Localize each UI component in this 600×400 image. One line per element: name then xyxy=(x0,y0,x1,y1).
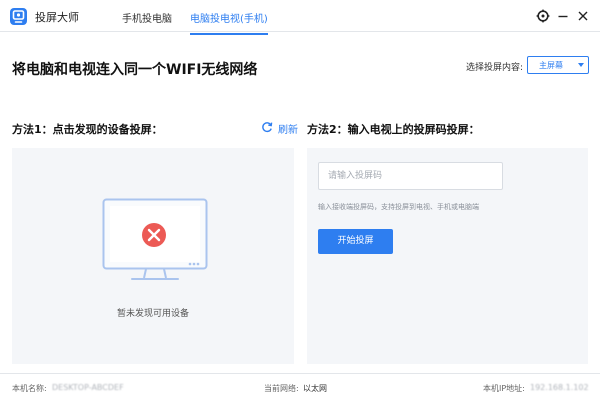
tab-pc-to-tv[interactable]: 电脑投电视(手机) xyxy=(190,10,268,35)
title-bar: 投屏大师 手机投电脑 电脑投电视(手机) xyxy=(0,0,600,35)
start-cast-button[interactable]: 开始投屏 xyxy=(318,229,393,254)
no-device-text: 暂未发现可用设备 xyxy=(116,309,189,319)
content-select[interactable]: 主屏幕 xyxy=(527,56,589,74)
refresh-icon xyxy=(262,122,273,133)
method1-title: 方法1：点击发现的设备投屏： xyxy=(12,123,163,136)
tab-phone-to-pc[interactable]: 手机投电脑 xyxy=(122,10,172,25)
network-label: 当前网络: xyxy=(264,384,299,393)
settings-button[interactable] xyxy=(534,7,552,25)
cast-code-input[interactable] xyxy=(318,162,503,190)
minimize-icon xyxy=(558,15,568,18)
settings-gear-icon xyxy=(536,9,550,23)
ip-address-value: 192.168.1.102 xyxy=(530,383,589,392)
app-title: 投屏大师 xyxy=(35,11,79,24)
minimize-button[interactable] xyxy=(554,7,572,25)
content-select-value: 主屏幕 xyxy=(539,61,563,70)
tab-pc-to-tv-label: 电脑投电视(手机) xyxy=(190,14,268,25)
method2-title: 方法2：输入电视上的投屏码投屏： xyxy=(307,123,480,136)
active-tab-indicator xyxy=(190,33,268,35)
status-bar: 本机名称: DESKTOP-ABCDEF 当前网络: 以太网 本机IP地址: 1… xyxy=(0,373,600,400)
close-icon xyxy=(578,11,588,21)
no-device-monitor-icon xyxy=(102,198,208,280)
page-title: 将电脑和电视连入同一个WIFI无线网络 xyxy=(12,62,258,78)
close-button[interactable] xyxy=(574,7,592,25)
refresh-label: 刷新 xyxy=(278,125,298,136)
app-logo-icon xyxy=(10,8,27,25)
content-select-label: 选择投屏内容: xyxy=(466,63,524,73)
host-name-label: 本机名称: xyxy=(12,384,47,393)
device-list-panel: 暂未发现可用设备 xyxy=(12,148,294,364)
caret-down-icon xyxy=(578,63,584,67)
code-entry-panel: 输入接收端投屏码，支持投屏到电视、手机或电脑端 开始投屏 xyxy=(307,148,588,364)
ip-address-label: 本机IP地址: xyxy=(483,384,525,393)
host-name-value: DESKTOP-ABCDEF xyxy=(52,383,124,392)
network-value: 以太网 xyxy=(303,384,327,393)
cast-code-hint: 输入接收端投屏码，支持投屏到电视、手机或电脑端 xyxy=(318,203,479,211)
